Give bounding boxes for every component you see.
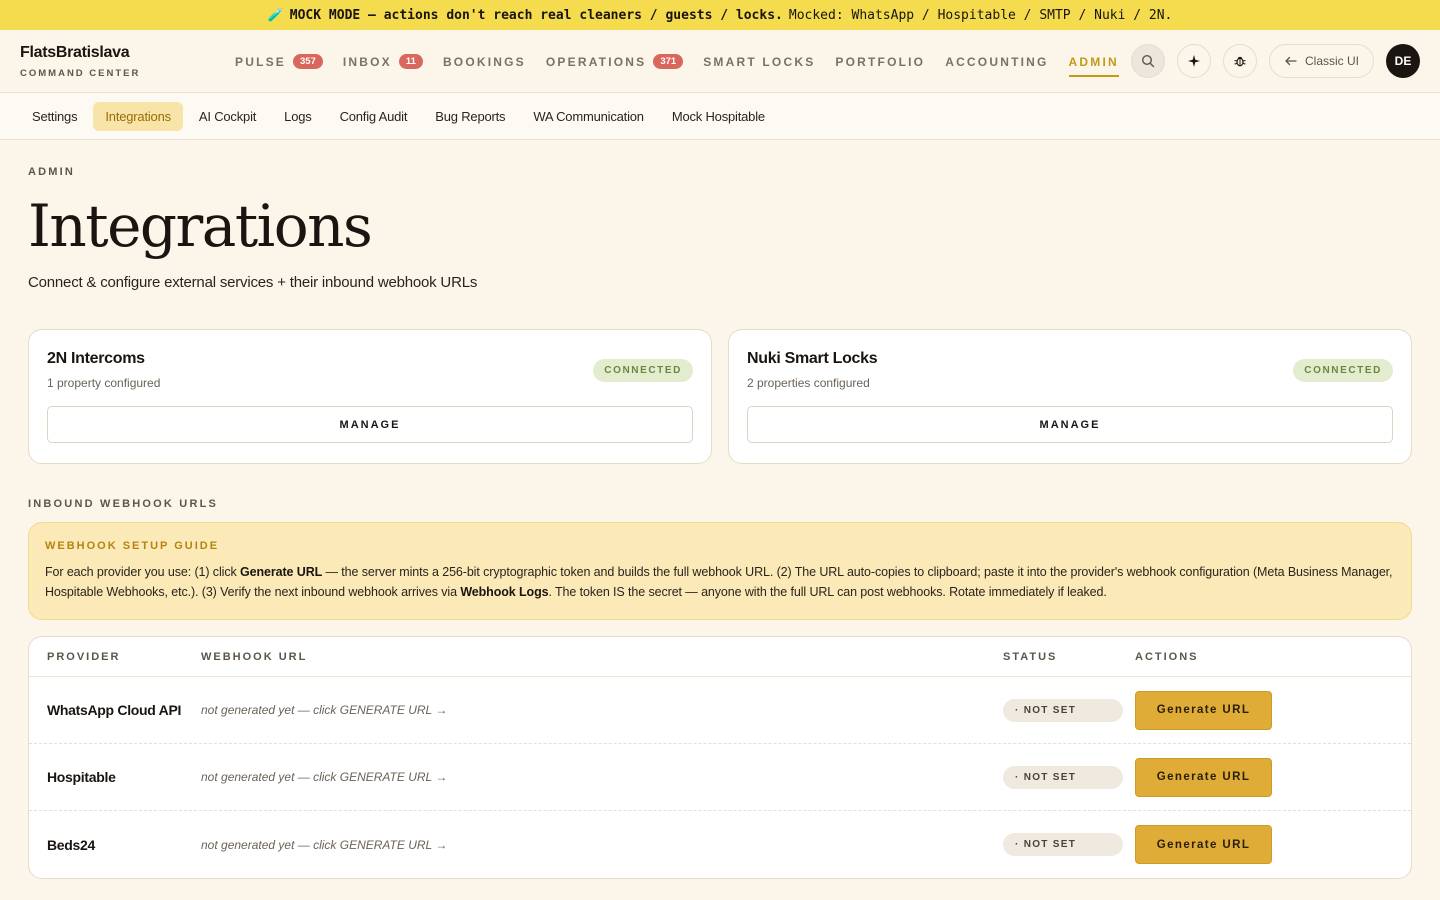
nav-item-admin[interactable]: ADMIN (1068, 30, 1120, 93)
webhook-setup-guide: WEBHOOK SETUP GUIDE For each provider yo… (28, 522, 1412, 620)
classic-ui-label: Classic UI (1304, 54, 1359, 68)
subnav-item-integrations[interactable]: Integrations (93, 101, 183, 131)
subnav-item-logs[interactable]: Logs (272, 102, 323, 131)
generate-url-button[interactable]: Generate URL (1135, 690, 1272, 730)
top-header: FlatsBratislava COMMAND CENTER PULSE 357… (0, 30, 1440, 93)
nav-item-label: ADMIN (1068, 54, 1119, 69)
mock-mode-banner: 🧪 MOCK MODE — actions don't reach real c… (0, 0, 1440, 30)
ai-assistant-button[interactable] (1176, 44, 1211, 78)
brand[interactable]: FlatsBratislava COMMAND CENTER (20, 44, 140, 79)
brand-name: FlatsBratislava (20, 44, 130, 61)
guide-text-bold: Generate URL (240, 565, 323, 579)
subnav-item-ai-cockpit[interactable]: AI Cockpit (187, 102, 268, 131)
table-row: WhatsApp Cloud API not generated yet — c… (29, 677, 1411, 744)
search-button[interactable] (1130, 44, 1165, 78)
column-header-provider: PROVIDER (47, 650, 121, 663)
subnav-item-wa-communication[interactable]: WA Communication (521, 102, 655, 131)
subnav-item-bug-reports[interactable]: Bug Reports (423, 102, 517, 131)
bug-report-button[interactable] (1222, 44, 1257, 78)
arrow-left-icon (1285, 56, 1297, 66)
table-row: Hospitable not generated yet — click GEN… (29, 744, 1411, 811)
provider-name: Beds24 (47, 836, 96, 853)
column-header-status: STATUS (1003, 650, 1058, 663)
generate-url-button[interactable]: Generate URL (1135, 757, 1272, 797)
integration-card-2n: 2N Intercoms 1 property configured CONNE… (28, 329, 712, 464)
count-badge: 357 (293, 54, 323, 69)
page-subtitle: Connect & configure external services + … (28, 274, 478, 291)
status-badge: CONNECTED (1293, 359, 1393, 382)
guide-text: For each provider you use: (1) click Gen… (45, 562, 1395, 602)
classic-ui-button[interactable]: Classic UI (1268, 44, 1374, 78)
nav-item-portfolio[interactable]: PORTFOLIO (835, 30, 925, 93)
status-badge: CONNECTED (593, 359, 693, 382)
page-title: Integrations (28, 192, 373, 260)
admin-subnav: Settings Integrations AI Cockpit Logs Co… (0, 93, 1440, 140)
manage-button[interactable]: MANAGE (47, 406, 693, 443)
sparkle-icon (1187, 55, 1200, 67)
webhook-table: PROVIDER WEBHOOK URL STATUS ACTIONS What… (28, 636, 1412, 879)
nav-item-label: PORTFOLIO (835, 54, 926, 69)
provider-name: Hospitable (47, 769, 116, 785)
nav-item-operations[interactable]: OPERATIONS 371 (545, 30, 684, 93)
search-icon (1141, 54, 1155, 68)
main-nav: PULSE 357 INBOX 11 BOOKINGS OPERATIONS 3… (235, 30, 1120, 93)
integration-cards: 2N Intercoms 1 property configured CONNE… (28, 329, 1412, 464)
brand-subtitle: COMMAND CENTER (20, 68, 141, 79)
nav-item-label: SMART LOCKS (703, 54, 816, 69)
status-badge: · NOT SET (1003, 833, 1123, 856)
header-actions: Classic UI DE (1130, 44, 1420, 78)
nav-item-smart-locks[interactable]: SMART LOCKS (703, 30, 815, 93)
guide-text-part: For each provider you use: (1) click (45, 565, 240, 579)
count-badge: 11 (398, 54, 423, 69)
column-header-url: WEBHOOK URL (201, 650, 308, 663)
count-badge: 371 (653, 54, 684, 69)
guide-text-part: . The token IS the secret — anyone with … (548, 585, 1107, 599)
nav-item-label: ACCOUNTING (945, 54, 1049, 69)
provider-name: WhatsApp Cloud API (47, 702, 182, 718)
nav-item-label: OPERATIONS (545, 54, 647, 69)
nav-item-label: PULSE (235, 54, 287, 69)
nav-item-label: BOOKINGS (442, 54, 526, 69)
webhook-url: not generated yet — click GENERATE URL → (201, 703, 448, 717)
bug-icon (1234, 56, 1246, 67)
guide-title: WEBHOOK SETUP GUIDE (45, 540, 220, 552)
table-row: Beds24 not generated yet — click GENERAT… (29, 811, 1411, 878)
subnav-item-mock-hospitable[interactable]: Mock Hospitable (660, 102, 777, 131)
subnav-item-settings[interactable]: Settings (20, 102, 89, 131)
guide-text-bold: Webhook Logs (460, 585, 549, 599)
nav-item-inbox[interactable]: INBOX 11 (343, 30, 423, 93)
nav-item-bookings[interactable]: BOOKINGS (443, 30, 526, 93)
nav-item-accounting[interactable]: ACCOUNTING (945, 30, 1048, 93)
mock-mode-details: Mocked: WhatsApp / Hospitable / SMTP / N… (788, 7, 1173, 23)
generate-url-button[interactable]: Generate URL (1135, 825, 1272, 864)
webhook-url: not generated yet — click GENERATE URL → (201, 837, 448, 852)
webhook-url: not generated yet — click GENERATE URL → (201, 770, 448, 784)
test-tube-icon: 🧪 (267, 7, 284, 23)
mock-mode-heading: MOCK MODE — actions don't reach real cle… (289, 7, 783, 23)
status-badge: · NOT SET (1003, 765, 1123, 789)
section-label: INBOUND WEBHOOK URLS (28, 498, 219, 510)
avatar[interactable]: DE (1386, 44, 1420, 78)
integration-card-nuki: Nuki Smart Locks 2 properties configured… (728, 329, 1412, 464)
page-content: ADMIN Integrations Connect & configure e… (0, 166, 1440, 879)
page-eyebrow: ADMIN (28, 166, 76, 178)
table-header: PROVIDER WEBHOOK URL STATUS ACTIONS (29, 637, 1411, 677)
manage-button[interactable]: MANAGE (747, 406, 1393, 443)
subnav-item-config-audit[interactable]: Config Audit (328, 102, 420, 131)
nav-item-pulse[interactable]: PULSE 357 (235, 30, 323, 93)
column-header-actions: ACTIONS (1135, 650, 1199, 663)
status-badge: · NOT SET (1003, 698, 1123, 722)
nav-item-label: INBOX (342, 54, 392, 69)
